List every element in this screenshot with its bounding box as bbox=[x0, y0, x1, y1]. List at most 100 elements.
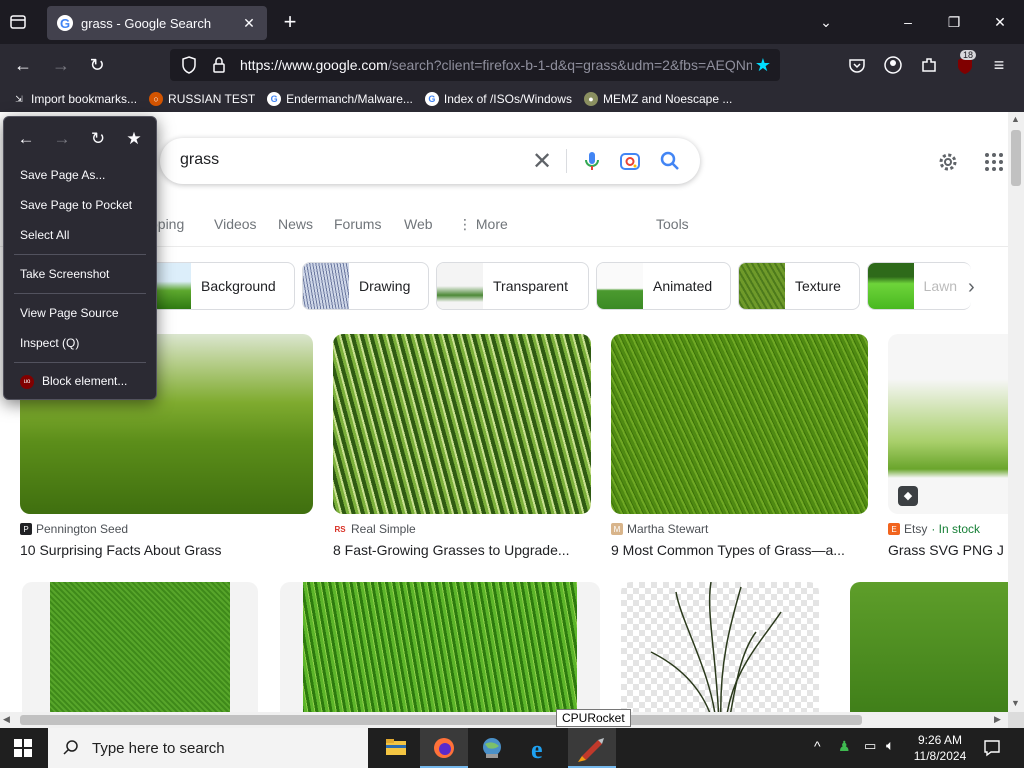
menu-save-page-to-pocket[interactable]: Save Page to Pocket bbox=[20, 198, 132, 212]
horizontal-scroll-thumb[interactable] bbox=[20, 715, 862, 725]
url-text[interactable]: https://www.google.com/search?client=fir… bbox=[240, 57, 752, 73]
result-card[interactable]: RS Real Simple 8 Fast-Growing Grasses to … bbox=[333, 334, 591, 558]
result-card[interactable]: ◆ E Etsy · In stock Grass SVG PNG J bbox=[888, 334, 1008, 558]
maximize-button[interactable]: ❐ bbox=[944, 12, 964, 32]
tab-list-button[interactable] bbox=[8, 12, 30, 32]
lock-icon[interactable] bbox=[208, 54, 230, 76]
menu-save-page-as[interactable]: Save Page As... bbox=[20, 168, 105, 182]
chip-animated[interactable]: Animated bbox=[596, 262, 731, 310]
volume-speaker-icon[interactable]: 🔈︎ bbox=[886, 737, 894, 754]
horizontal-scrollbar[interactable]: ◀ ▶ bbox=[0, 712, 1008, 728]
result-image[interactable] bbox=[333, 334, 591, 514]
context-back-icon[interactable]: ← bbox=[14, 129, 38, 149]
notification-center-icon[interactable] bbox=[982, 738, 1002, 758]
firefox-app[interactable] bbox=[420, 728, 468, 768]
url-bar[interactable]: https://www.google.com/search?client=fir… bbox=[170, 49, 780, 81]
settings-gear-icon[interactable] bbox=[936, 150, 960, 174]
minimize-button[interactable]: – bbox=[898, 12, 918, 32]
tracking-shield-icon[interactable] bbox=[178, 54, 200, 76]
menu-block-element[interactable]: uo Block element... bbox=[20, 374, 127, 389]
rocket-icon bbox=[578, 738, 604, 762]
bookmark-isos-windows[interactable]: G Index of /ISOs/Windows bbox=[424, 92, 572, 106]
voice-search-mic-icon[interactable] bbox=[580, 149, 604, 173]
result-source: Real Simple bbox=[351, 522, 416, 536]
extensions-puzzle-icon[interactable] bbox=[918, 54, 940, 76]
clock-time: 9:26 AM bbox=[917, 733, 963, 747]
reload-button[interactable]: ↻ bbox=[86, 54, 108, 76]
result-title[interactable]: 9 Most Common Types of Grass—a... bbox=[611, 542, 868, 558]
tab-web[interactable]: Web bbox=[404, 216, 433, 232]
result-card[interactable] bbox=[22, 582, 258, 712]
google-lens-camera-icon[interactable] bbox=[618, 149, 642, 173]
result-image[interactable]: ◆ bbox=[888, 334, 1008, 514]
network-icon[interactable]: ▭ bbox=[864, 738, 876, 754]
bookmark-import[interactable]: ⇲ Import bookmarks... bbox=[12, 92, 137, 106]
close-tab-icon[interactable]: ✕ bbox=[241, 15, 257, 31]
internet-explorer-app[interactable]: e bbox=[518, 728, 566, 768]
menu-inspect[interactable]: Inspect (Q) bbox=[20, 336, 79, 350]
bookmark-endermanch[interactable]: G Endermanch/Malware... bbox=[267, 92, 413, 106]
windows-start-icon[interactable] bbox=[14, 739, 32, 757]
list-all-tabs-chevron-icon[interactable]: ⌄ bbox=[816, 12, 836, 32]
vertical-scrollbar[interactable]: ▲ ▼ bbox=[1008, 112, 1024, 712]
result-title[interactable]: 10 Surprising Facts About Grass bbox=[20, 542, 313, 558]
app-globe[interactable] bbox=[468, 728, 516, 768]
bookmark-memz[interactable]: ● MEMZ and Noescape ... bbox=[583, 92, 732, 106]
result-title[interactable]: Grass SVG PNG J bbox=[888, 542, 1008, 558]
tools-button[interactable]: Tools bbox=[656, 216, 689, 232]
menu-view-page-source[interactable]: View Page Source bbox=[20, 306, 119, 320]
tab-forums[interactable]: Forums bbox=[334, 216, 381, 232]
result-image[interactable] bbox=[850, 582, 1008, 712]
tab-google-search[interactable]: G grass - Google Search ✕ bbox=[47, 6, 267, 40]
search-magnifier-icon[interactable] bbox=[658, 149, 682, 173]
result-card[interactable] bbox=[280, 582, 600, 712]
search-input[interactable]: grass bbox=[180, 151, 219, 169]
result-card[interactable]: M Martha Stewart 9 Most Common Types of G… bbox=[611, 334, 868, 558]
tab-news[interactable]: News bbox=[278, 216, 313, 232]
taskbar-search-box[interactable]: Type here to search bbox=[48, 728, 368, 768]
back-button[interactable]: ← bbox=[12, 54, 34, 76]
tray-people-icon[interactable]: ♟ bbox=[838, 738, 851, 755]
new-tab-button[interactable]: + bbox=[280, 11, 300, 33]
context-bookmark-star-icon[interactable]: ★ bbox=[122, 129, 146, 149]
chevron-right-icon[interactable]: › bbox=[968, 276, 975, 299]
result-image[interactable] bbox=[621, 582, 819, 712]
bookmark-russian-test[interactable]: ○ RUSSIAN TEST bbox=[149, 92, 255, 106]
chip-drawing[interactable]: Drawing bbox=[302, 262, 429, 310]
scroll-right-arrow-icon[interactable]: ▶ bbox=[994, 714, 1001, 725]
scroll-left-arrow-icon[interactable]: ◀ bbox=[3, 714, 10, 725]
result-image[interactable] bbox=[611, 334, 868, 514]
google-apps-grid-icon[interactable] bbox=[984, 152, 1004, 172]
context-forward-icon[interactable]: → bbox=[50, 129, 74, 149]
chip-background[interactable]: Background bbox=[150, 262, 295, 310]
result-card[interactable] bbox=[621, 582, 819, 712]
pocket-icon[interactable] bbox=[846, 54, 868, 76]
context-reload-icon[interactable]: ↻ bbox=[86, 129, 110, 149]
chip-texture[interactable]: Texture bbox=[738, 262, 860, 310]
scroll-up-arrow-icon[interactable]: ▲ bbox=[1011, 114, 1020, 124]
tab-videos[interactable]: Videos bbox=[214, 216, 257, 232]
result-image[interactable] bbox=[22, 582, 258, 712]
vertical-scroll-thumb[interactable] bbox=[1011, 130, 1021, 186]
scroll-down-arrow-icon[interactable]: ▼ bbox=[1011, 698, 1020, 708]
tray-chevron-up-icon[interactable]: ^ bbox=[814, 738, 821, 754]
result-image[interactable] bbox=[280, 582, 600, 712]
menu-take-screenshot[interactable]: Take Screenshot bbox=[20, 267, 109, 281]
chip-transparent[interactable]: Transparent bbox=[436, 262, 589, 310]
tab-more[interactable]: ⋮ More bbox=[458, 216, 508, 233]
file-explorer-app[interactable] bbox=[372, 728, 420, 768]
result-card[interactable] bbox=[850, 582, 1008, 712]
menu-hamburger-icon[interactable]: ≡ bbox=[988, 54, 1010, 76]
clear-search-icon[interactable]: ✕ bbox=[532, 147, 552, 176]
result-title[interactable]: 8 Fast-Growing Grasses to Upgrade... bbox=[333, 542, 591, 558]
account-icon[interactable] bbox=[882, 54, 904, 76]
cpurocket-app[interactable] bbox=[568, 728, 616, 768]
search-box[interactable]: grass ✕ bbox=[160, 138, 700, 184]
tab-title: grass - Google Search bbox=[81, 15, 212, 31]
forward-button[interactable]: → bbox=[50, 54, 72, 76]
bookmark-star-icon[interactable]: ★ bbox=[752, 55, 774, 76]
chip-lawn[interactable]: Lawn bbox=[867, 262, 971, 310]
taskbar-clock[interactable]: 9:26 AM 11/8/2024 bbox=[904, 732, 976, 764]
menu-select-all[interactable]: Select All bbox=[20, 228, 69, 242]
close-window-button[interactable]: ✕ bbox=[990, 12, 1010, 32]
